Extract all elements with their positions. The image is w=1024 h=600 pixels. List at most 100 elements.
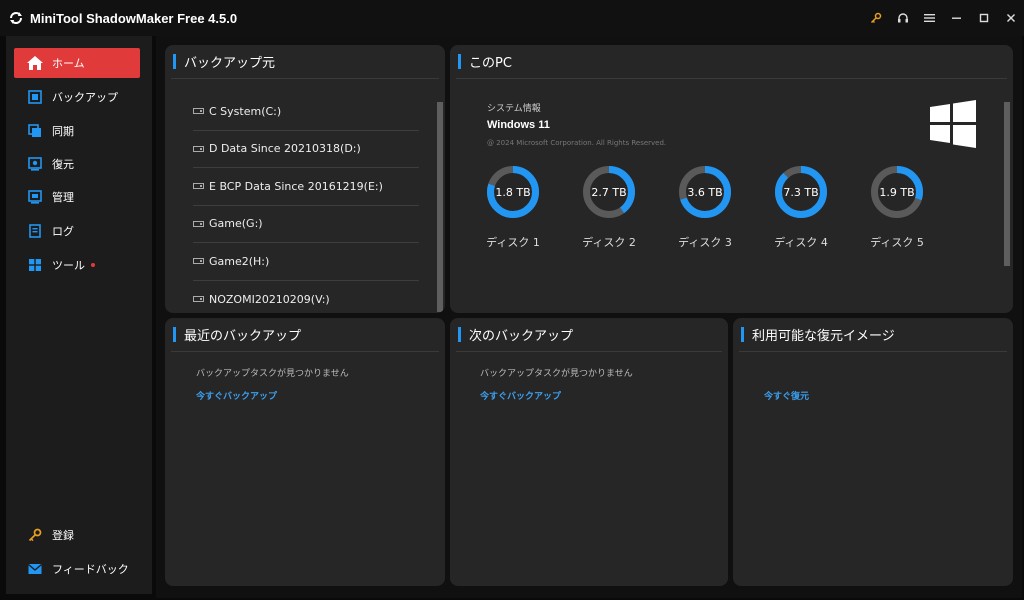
- disk-5[interactable]: 1.9 TB ディスク 5: [862, 165, 932, 250]
- panel-header: このPC: [456, 45, 1007, 79]
- disk-size: 1.9 TB: [879, 186, 914, 199]
- menu-icon[interactable]: [916, 0, 943, 36]
- panel-header: 次のバックアップ: [456, 318, 722, 352]
- maximize-icon[interactable]: [970, 0, 997, 36]
- sidebar-item-restore[interactable]: 復元: [14, 149, 140, 179]
- list-item[interactable]: C System(C:): [193, 93, 419, 131]
- drive-icon: [193, 220, 204, 227]
- scrollbar[interactable]: [437, 102, 443, 312]
- main-frame: ホーム バックアップ 同期 復元 管理 ログ ツール 登録 フィードバック バッ…: [0, 36, 1024, 600]
- sidebar-item-label: 管理: [52, 191, 74, 204]
- disk-size: 2.7 TB: [591, 186, 626, 199]
- mail-icon: [26, 560, 44, 578]
- sidebar-item-label: 登録: [52, 529, 74, 542]
- manage-icon: [26, 188, 44, 206]
- disk-usage-ring: 1.9 TB: [871, 166, 923, 218]
- tools-icon: [26, 256, 44, 274]
- list-item[interactable]: NOZOMI20210209(V:): [193, 281, 419, 314]
- key-icon: [26, 526, 44, 544]
- sidebar: ホーム バックアップ 同期 復元 管理 ログ ツール 登録 フィードバック: [6, 36, 152, 594]
- panel-header: 最近のバックアップ: [171, 318, 439, 352]
- disk-label: ディスク 3: [678, 236, 732, 249]
- accent-bar: [458, 54, 461, 69]
- disk-size: 3.6 TB: [687, 186, 722, 199]
- this-pc-panel: このPC システム情報 Windows 11 @ 2024 Microsoft …: [450, 45, 1013, 313]
- app-logo-icon: [8, 10, 24, 26]
- restore-icon: [26, 155, 44, 173]
- system-info-label: システム情報: [487, 104, 541, 114]
- sidebar-item-register[interactable]: 登録: [14, 520, 140, 550]
- title-bar: MiniTool ShadowMaker Free 4.5.0: [0, 0, 1024, 36]
- list-item[interactable]: E BCP Data Since 20161219(E:): [193, 168, 419, 206]
- disk-label: ディスク 5: [870, 236, 924, 249]
- panel-title: 最近のバックアップ: [184, 329, 302, 344]
- headset-icon[interactable]: [889, 0, 916, 36]
- sidebar-item-backup[interactable]: バックアップ: [14, 82, 140, 112]
- restore-now-link[interactable]: 今すぐ復元: [764, 389, 809, 402]
- source-list: C System(C:) D Data Since 20210318(D:) E…: [193, 93, 419, 313]
- disk-usage-ring: 3.6 TB: [679, 166, 731, 218]
- minimize-icon[interactable]: [943, 0, 970, 36]
- sidebar-item-sync[interactable]: 同期: [14, 116, 140, 146]
- panel-title: 利用可能な復元イメージ: [752, 329, 895, 344]
- accent-bar: [173, 54, 176, 69]
- drive-icon: [193, 145, 204, 152]
- drive-icon: [193, 108, 204, 115]
- sidebar-item-label: バックアップ: [52, 91, 118, 104]
- sidebar-item-log[interactable]: ログ: [14, 216, 140, 246]
- next-backup-panel: 次のバックアップ バックアップタスクが見つかりません 今すぐバックアップ: [450, 318, 728, 586]
- list-item[interactable]: Game2(H:): [193, 243, 419, 281]
- backup-now-link[interactable]: 今すぐバックアップ: [196, 389, 277, 402]
- disk-2[interactable]: 2.7 TB ディスク 2: [574, 165, 644, 250]
- sidebar-item-label: ログ: [52, 225, 74, 238]
- disk-usage-ring: 7.3 TB: [775, 166, 827, 218]
- restore-images-panel: 利用可能な復元イメージ 今すぐ復元: [733, 318, 1013, 586]
- backup-now-link[interactable]: 今すぐバックアップ: [480, 389, 561, 402]
- disk-4[interactable]: 7.3 TB ディスク 4: [766, 165, 836, 250]
- backup-source-panel: バックアップ元 C System(C:) D Data Since 202103…: [165, 45, 445, 313]
- sidebar-item-manage[interactable]: 管理: [14, 182, 140, 212]
- notification-badge: [91, 263, 95, 267]
- disk-label: ディスク 4: [774, 236, 828, 249]
- panel-title: このPC: [469, 56, 512, 71]
- accent-bar: [458, 327, 461, 342]
- drive-icon: [193, 258, 204, 265]
- disk-usage-ring: 2.7 TB: [583, 166, 635, 218]
- list-item[interactable]: Game(G:): [193, 206, 419, 243]
- log-icon: [26, 222, 44, 240]
- list-item[interactable]: D Data Since 20210318(D:): [193, 131, 419, 168]
- windows-logo-icon: [928, 99, 978, 153]
- panel-header: 利用可能な復元イメージ: [739, 318, 1007, 352]
- window-controls: [862, 0, 1024, 36]
- disk-size: 1.8 TB: [495, 186, 530, 199]
- close-icon[interactable]: [997, 0, 1024, 36]
- sidebar-item-label: 復元: [52, 158, 74, 171]
- disk-3[interactable]: 3.6 TB ディスク 3: [670, 165, 740, 250]
- sidebar-item-label: ホーム: [52, 57, 85, 70]
- disk-1[interactable]: 1.8 TB ディスク 1: [478, 165, 548, 250]
- recent-backup-panel: 最近のバックアップ バックアップタスクが見つかりません 今すぐバックアップ: [165, 318, 445, 586]
- sidebar-item-label: ツール: [52, 259, 85, 272]
- accent-bar: [741, 327, 744, 342]
- drive-icon: [193, 183, 204, 190]
- sidebar-item-home[interactable]: ホーム: [14, 48, 140, 78]
- scrollbar[interactable]: [1004, 102, 1010, 266]
- panel-title: バックアップ元: [184, 56, 276, 71]
- disk-label: ディスク 1: [486, 236, 540, 249]
- empty-message: バックアップタスクが見つかりません: [196, 369, 349, 379]
- disk-label: ディスク 2: [582, 236, 636, 249]
- app-title: MiniTool ShadowMaker Free 4.5.0: [30, 10, 238, 26]
- backup-icon: [26, 88, 44, 106]
- disk-size: 7.3 TB: [783, 186, 818, 199]
- sidebar-item-tools[interactable]: ツール: [14, 250, 140, 280]
- sidebar-item-feedback[interactable]: フィードバック: [14, 554, 140, 584]
- sidebar-item-label: 同期: [52, 125, 74, 138]
- disk-usage-ring: 1.8 TB: [487, 166, 539, 218]
- sync-icon: [26, 122, 44, 140]
- os-name: Windows 11: [487, 119, 550, 131]
- drive-icon: [193, 296, 204, 303]
- home-icon: [26, 54, 44, 72]
- panel-title: 次のバックアップ: [469, 329, 574, 344]
- os-copyright: @ 2024 Microsoft Corporation. All Rights…: [487, 139, 667, 147]
- key-icon[interactable]: [862, 0, 889, 36]
